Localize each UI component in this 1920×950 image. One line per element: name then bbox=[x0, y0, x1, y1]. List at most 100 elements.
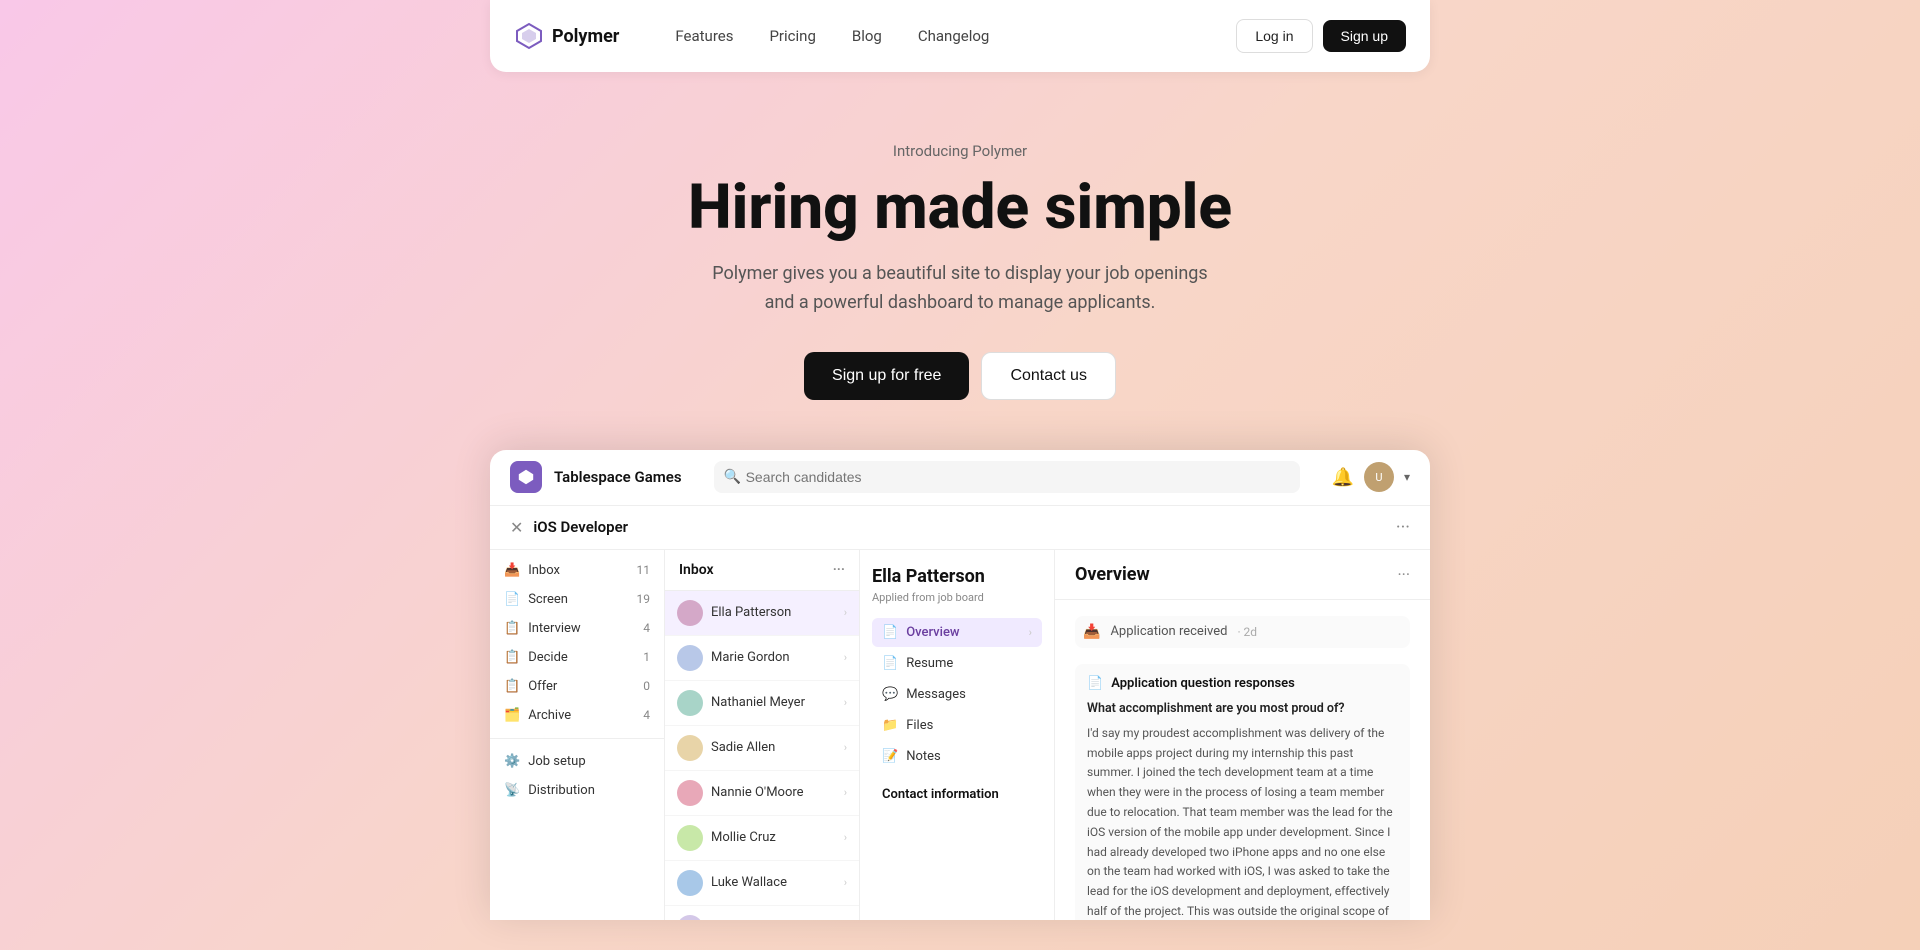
company-logo-icon bbox=[510, 461, 542, 493]
notes-nav-label: Notes bbox=[906, 749, 1032, 764]
offer-count: 0 bbox=[643, 679, 650, 693]
sidebar-item-interview[interactable]: 📋 Interview 4 bbox=[490, 614, 664, 643]
candidate-row-chevron-icon: › bbox=[844, 786, 847, 799]
signup-button[interactable]: Sign up bbox=[1323, 20, 1406, 52]
candidate-row-chevron-icon: › bbox=[844, 831, 847, 844]
list-item[interactable]: Luke Wallace › bbox=[665, 861, 859, 906]
candidate-nav-notes[interactable]: 📝 Notes bbox=[872, 742, 1042, 771]
inbox-count: 11 bbox=[637, 563, 651, 577]
candidate-name: Nannie O'Moore bbox=[711, 785, 836, 800]
logo-link[interactable]: Polymer bbox=[514, 21, 619, 51]
candidate-row-chevron-icon: › bbox=[844, 606, 847, 619]
timeline-item: 📥 Application received · 2d bbox=[1075, 616, 1410, 648]
overview-title: Overview bbox=[1075, 564, 1150, 585]
overview-nav-chevron-icon: › bbox=[1029, 626, 1032, 639]
candidate-row-chevron-icon: › bbox=[844, 696, 847, 709]
sidebar-label-decide: Decide bbox=[528, 650, 635, 665]
archive-icon: 🗂️ bbox=[504, 708, 520, 723]
list-item[interactable]: Mollie Cruz › bbox=[665, 816, 859, 861]
candidate-list: Inbox ··· Ella Patterson › Marie Gordon … bbox=[665, 550, 860, 920]
application-question: What accomplishment are you most proud o… bbox=[1087, 701, 1398, 716]
notes-nav-icon: 📝 bbox=[882, 749, 898, 764]
application-responses: 📄 Application question responses What ac… bbox=[1075, 664, 1410, 920]
hero-title: Hiring made simple bbox=[20, 174, 1900, 242]
hero-buttons: Sign up for free Contact us bbox=[20, 352, 1900, 400]
list-item[interactable]: Sadie Allen › bbox=[665, 726, 859, 771]
gear-icon: ⚙️ bbox=[504, 754, 520, 769]
candidate-name: Nathaniel Meyer bbox=[711, 695, 836, 710]
job-title: iOS Developer bbox=[533, 518, 628, 536]
resume-nav-label: Resume bbox=[906, 656, 1032, 671]
section-label: Application question responses bbox=[1111, 676, 1295, 691]
nav-link-pricing[interactable]: Pricing bbox=[753, 19, 831, 53]
sidebar-item-job-setup[interactable]: ⚙️ Job setup bbox=[490, 747, 664, 776]
timeline-time: · 2d bbox=[1237, 625, 1257, 639]
selected-candidate-name: Ella Patterson bbox=[872, 566, 1042, 587]
signup-free-button[interactable]: Sign up for free bbox=[804, 352, 969, 400]
files-nav-label: Files bbox=[906, 718, 1032, 733]
sidebar-item-screen[interactable]: 📄 Screen 19 bbox=[490, 585, 664, 614]
nav-link-blog[interactable]: Blog bbox=[836, 19, 898, 53]
sidebar-divider bbox=[490, 738, 664, 739]
overview-nav-label: Overview bbox=[906, 625, 1020, 640]
sidebar-item-inbox[interactable]: 📥 Inbox 11 bbox=[490, 556, 664, 585]
candidate-name: Mollie Cruz bbox=[711, 830, 836, 845]
list-item[interactable]: Ella Patterson › bbox=[665, 591, 859, 636]
candidate-list-more-icon[interactable]: ··· bbox=[833, 562, 845, 578]
user-avatar[interactable]: U bbox=[1364, 462, 1394, 492]
list-item[interactable]: Marie Gordon › bbox=[665, 636, 859, 681]
candidate-name: Ella Patterson bbox=[711, 605, 836, 620]
archive-count: 4 bbox=[643, 708, 650, 722]
dashboard-sidebar: 📥 Inbox 11 📄 Screen 19 📋 Interview 4 📋 D… bbox=[490, 550, 665, 920]
search-input[interactable] bbox=[714, 461, 1300, 493]
inbox-icon: 📥 bbox=[504, 563, 520, 578]
candidate-avatar bbox=[677, 870, 703, 896]
candidate-nav-messages[interactable]: 💬 Messages bbox=[872, 680, 1042, 709]
hero-subtitle: Polymer gives you a beautiful site to di… bbox=[20, 260, 1900, 318]
candidate-row-chevron-icon: › bbox=[844, 741, 847, 754]
close-icon[interactable]: ✕ bbox=[510, 518, 523, 537]
avatar-chevron-down-icon[interactable]: ▾ bbox=[1404, 470, 1410, 484]
candidate-row-chevron-icon: › bbox=[844, 876, 847, 889]
doc-icon: 📄 bbox=[1087, 676, 1103, 691]
dashboard-main: 📥 Inbox 11 📄 Screen 19 📋 Interview 4 📋 D… bbox=[490, 550, 1430, 920]
sidebar-item-decide[interactable]: 📋 Decide 1 bbox=[490, 643, 664, 672]
candidate-name: Marie Gordon bbox=[711, 650, 836, 665]
contact-us-button[interactable]: Contact us bbox=[981, 352, 1115, 400]
candidate-avatar bbox=[677, 690, 703, 716]
login-button[interactable]: Log in bbox=[1236, 19, 1312, 53]
list-item[interactable]: Ibrahim Diaz › bbox=[665, 906, 859, 920]
search-wrapper: 🔍 bbox=[714, 461, 1300, 493]
search-icon: 🔍 bbox=[724, 469, 741, 485]
contact-info-section-label: Contact information bbox=[872, 787, 1042, 802]
candidate-nav-overview[interactable]: 📄 Overview › bbox=[872, 618, 1042, 647]
list-item[interactable]: Nannie O'Moore › bbox=[665, 771, 859, 816]
overview-nav-icon: 📄 bbox=[882, 625, 898, 640]
offer-icon: 📋 bbox=[504, 679, 520, 694]
decide-count: 1 bbox=[643, 650, 650, 664]
timeline-text: Application received bbox=[1110, 624, 1227, 639]
share-icon: 📡 bbox=[504, 783, 520, 798]
overview-header: Overview ··· bbox=[1055, 550, 1430, 600]
candidate-avatar bbox=[677, 780, 703, 806]
sidebar-item-archive[interactable]: 🗂️ Archive 4 bbox=[490, 701, 664, 730]
candidate-nav-files[interactable]: 📁 Files bbox=[872, 711, 1042, 740]
nav-links: Features Pricing Blog Changelog bbox=[659, 19, 1236, 53]
candidate-name: Sadie Allen bbox=[711, 740, 836, 755]
applied-badge: Applied from job board bbox=[872, 591, 1042, 604]
candidate-nav-resume[interactable]: 📄 Resume bbox=[872, 649, 1042, 678]
sidebar-item-distribution[interactable]: 📡 Distribution bbox=[490, 776, 664, 805]
overview-body: 📥 Application received · 2d 📄 Applicatio… bbox=[1055, 600, 1430, 920]
subheader-more-icon[interactable]: ··· bbox=[1396, 517, 1410, 538]
nav-link-changelog[interactable]: Changelog bbox=[902, 19, 1005, 53]
sidebar-label-inbox: Inbox bbox=[528, 563, 628, 578]
nav-link-features[interactable]: Features bbox=[659, 19, 749, 53]
sidebar-item-offer[interactable]: 📋 Offer 0 bbox=[490, 672, 664, 701]
overview-more-icon[interactable]: ··· bbox=[1397, 565, 1410, 584]
candidate-avatar bbox=[677, 645, 703, 671]
notification-bell-icon[interactable]: 🔔 bbox=[1332, 467, 1354, 488]
list-item[interactable]: Nathaniel Meyer › bbox=[665, 681, 859, 726]
sidebar-label-archive: Archive bbox=[528, 708, 635, 723]
topbar-right: 🔔 U ▾ bbox=[1332, 462, 1410, 492]
responses-header: 📄 Application question responses bbox=[1087, 676, 1398, 691]
